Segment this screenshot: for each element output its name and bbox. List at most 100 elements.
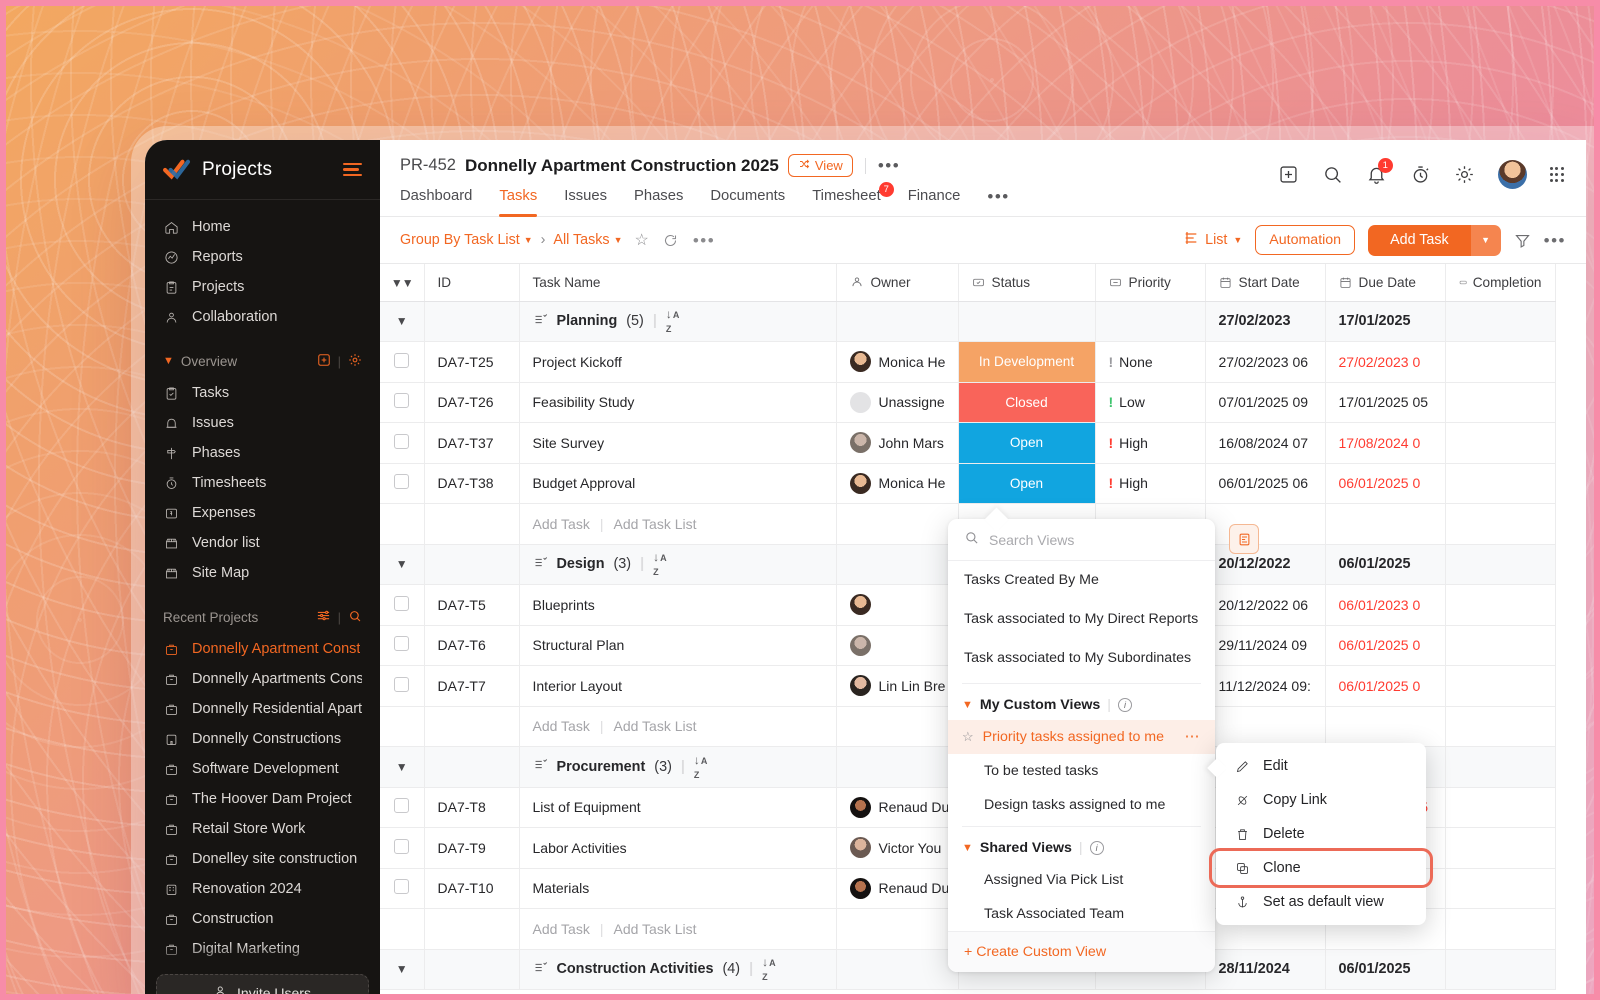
gear-icon[interactable] [1454, 164, 1475, 185]
row-checkbox-cell[interactable] [380, 463, 425, 504]
row-checkbox-cell[interactable] [380, 868, 425, 909]
sidebar-item-projects[interactable]: Projects [145, 272, 380, 302]
group-expand-toggle[interactable]: ▼ [380, 544, 425, 585]
add-task-link[interactable]: Add Task [533, 718, 590, 734]
row-checkbox-cell[interactable] [380, 665, 425, 707]
table-row[interactable]: DA7-T38 Budget Approval Monica He Open! High… [380, 463, 1556, 504]
custom-view-to-be-tested[interactable]: To be tested tasks [948, 754, 1215, 788]
tab-finance[interactable]: Finance [908, 188, 961, 216]
automation-button[interactable]: Automation [1255, 225, 1356, 255]
tab-tasks[interactable]: Tasks [499, 188, 537, 217]
sidebar-recent-project-2[interactable]: Donnelly Residential Apart [145, 694, 380, 724]
shared-view-task-associated-team[interactable]: Task Associated Team [948, 897, 1215, 931]
header-status[interactable]: Status [958, 264, 1096, 302]
sidebar-item-phases[interactable]: Phases [145, 438, 380, 468]
info-icon[interactable]: i [1117, 697, 1132, 712]
column-settings-icon[interactable] [1229, 524, 1259, 554]
row-checkbox-cell[interactable] [380, 382, 425, 423]
row-checkbox[interactable] [394, 352, 410, 368]
sidebar-item-vendor-list[interactable]: Vendor list [145, 528, 380, 558]
view-item-direct-reports[interactable]: Task associated to My Direct Reports [948, 600, 1215, 639]
table-row[interactable]: DA7-T26 Feasibility Study Unassigne Closed!… [380, 382, 1556, 423]
sort-icon[interactable]: ↓ AZ [653, 550, 667, 578]
sidebar-recent-project-4[interactable]: Software Development [145, 754, 380, 784]
add-task-link[interactable]: Add Task [533, 516, 590, 532]
sidebar-recent-project-9[interactable]: Construction [145, 904, 380, 934]
sidebar-item-collaboration[interactable]: Collaboration [145, 302, 380, 332]
row-checkbox[interactable] [394, 433, 410, 449]
tab-timesheet[interactable]: Timesheet 7 [812, 182, 894, 216]
view-item-subordinates[interactable]: Task associated to My Subordinates [948, 639, 1215, 678]
view-chip-button[interactable]: View [787, 154, 853, 177]
tabs-overflow-button[interactable]: ••• [987, 188, 1009, 216]
context-menu-set-default-view[interactable]: Set as default view [1216, 885, 1426, 919]
task-list-group-row[interactable]: ▼ Planning (5) | ↓ A Z 27/02/2023 17/01/2025 [380, 301, 1556, 342]
toolbar-overflow-button[interactable]: ••• [1544, 232, 1566, 249]
info-icon[interactable]: i [1089, 840, 1104, 855]
group-expand-toggle[interactable]: ▼ [380, 949, 425, 990]
sort-icon[interactable]: ↓ AZ [666, 307, 680, 335]
shared-view-assigned-via-pick-list[interactable]: Assigned Via Pick List [948, 863, 1215, 897]
add-task-button-group[interactable]: Add Task ▼ [1368, 224, 1501, 256]
filter-icon[interactable] [1514, 232, 1531, 249]
sidebar-collapse-icon[interactable] [343, 162, 362, 177]
row-checkbox-cell[interactable] [380, 787, 425, 828]
group-expand-toggle[interactable]: ▼ [380, 746, 425, 788]
context-menu-copy-link[interactable]: Copy Link [1216, 783, 1426, 817]
header-priority[interactable]: Priority [1095, 264, 1206, 302]
add-icon[interactable] [317, 353, 331, 370]
custom-view-priority-tasks[interactable]: ☆ Priority tasks assigned to me ⋯ [948, 719, 1215, 754]
row-checkbox[interactable] [394, 595, 410, 611]
sidebar-recent-project-0[interactable]: Donnelly Apartment Const [145, 634, 380, 664]
all-tasks-dropdown[interactable]: All Tasks ▼ [553, 232, 622, 248]
cell-status[interactable]: In Development [958, 341, 1096, 383]
sidebar-item-home[interactable]: Home [145, 212, 380, 242]
context-menu-delete[interactable]: Delete [1216, 817, 1426, 851]
expand-all-header[interactable]: ▼▼ [380, 264, 425, 302]
sidebar-recent-project-3[interactable]: Donnelly Constructions [145, 724, 380, 754]
avatar[interactable] [1497, 160, 1527, 189]
sidebar-recent-project-7[interactable]: Donelley site construction [145, 844, 380, 874]
sidebar-section-overview[interactable]: ▼ Overview | [145, 344, 380, 378]
row-checkbox[interactable] [394, 474, 410, 490]
row-checkbox[interactable] [394, 879, 410, 895]
sidebar-item-tasks[interactable]: Tasks [145, 378, 380, 408]
tab-dashboard[interactable]: Dashboard [400, 188, 472, 216]
table-row[interactable]: DA7-T25 Project Kickoff Monica He In Develo… [380, 341, 1556, 383]
notifications-icon[interactable]: 1 [1366, 158, 1393, 185]
row-checkbox-cell[interactable] [380, 341, 425, 383]
add-task-list-link[interactable]: Add Task List [613, 921, 696, 937]
star-icon[interactable]: ☆ [635, 230, 649, 250]
header-completion[interactable]: Completion [1445, 264, 1556, 302]
sidebar-item-issues[interactable]: Issues [145, 408, 380, 438]
timer-icon[interactable] [1410, 164, 1431, 185]
header-id[interactable]: ID [424, 264, 520, 302]
add-icon[interactable] [1278, 164, 1299, 185]
view-item-tasks-created-by-me[interactable]: Tasks Created By Me [948, 561, 1215, 600]
add-task-list-link[interactable]: Add Task List [613, 718, 696, 734]
row-checkbox-cell[interactable] [380, 625, 425, 666]
group-by-dropdown[interactable]: Group By Task List ▼ [400, 232, 533, 248]
row-checkbox[interactable] [394, 676, 410, 692]
star-icon[interactable]: ☆ [962, 729, 974, 745]
view-row-more-button[interactable]: ⋯ [1185, 729, 1202, 744]
row-checkbox[interactable] [394, 393, 410, 409]
add-task-button[interactable]: Add Task [1368, 224, 1471, 256]
sidebar-recent-project-1[interactable]: Donnelly Apartments Cons [145, 664, 380, 694]
sidebar-recent-project-6[interactable]: Retail Store Work [145, 814, 380, 844]
tab-documents[interactable]: Documents [710, 188, 785, 216]
row-checkbox-cell[interactable] [380, 827, 425, 869]
row-checkbox[interactable] [394, 798, 410, 814]
refresh-icon[interactable] [663, 233, 678, 248]
section-shared-views[interactable]: ▼ Shared Views | i [948, 831, 1215, 863]
cell-status[interactable]: Open [958, 463, 1096, 504]
sort-icon[interactable]: ↓ AZ [762, 955, 776, 983]
custom-view-design-tasks[interactable]: Design tasks assigned to me [948, 788, 1215, 822]
tab-issues[interactable]: Issues [564, 188, 607, 216]
cell-status[interactable]: Closed [958, 382, 1096, 423]
create-custom-view-button[interactable]: + Create Custom View [948, 930, 1215, 972]
search-icon[interactable] [1322, 164, 1343, 185]
sidebar-item-timesheets[interactable]: Timesheets [145, 468, 380, 498]
invite-users-button[interactable]: Invite Users [156, 974, 369, 1000]
apps-grid-icon[interactable] [1549, 167, 1564, 182]
